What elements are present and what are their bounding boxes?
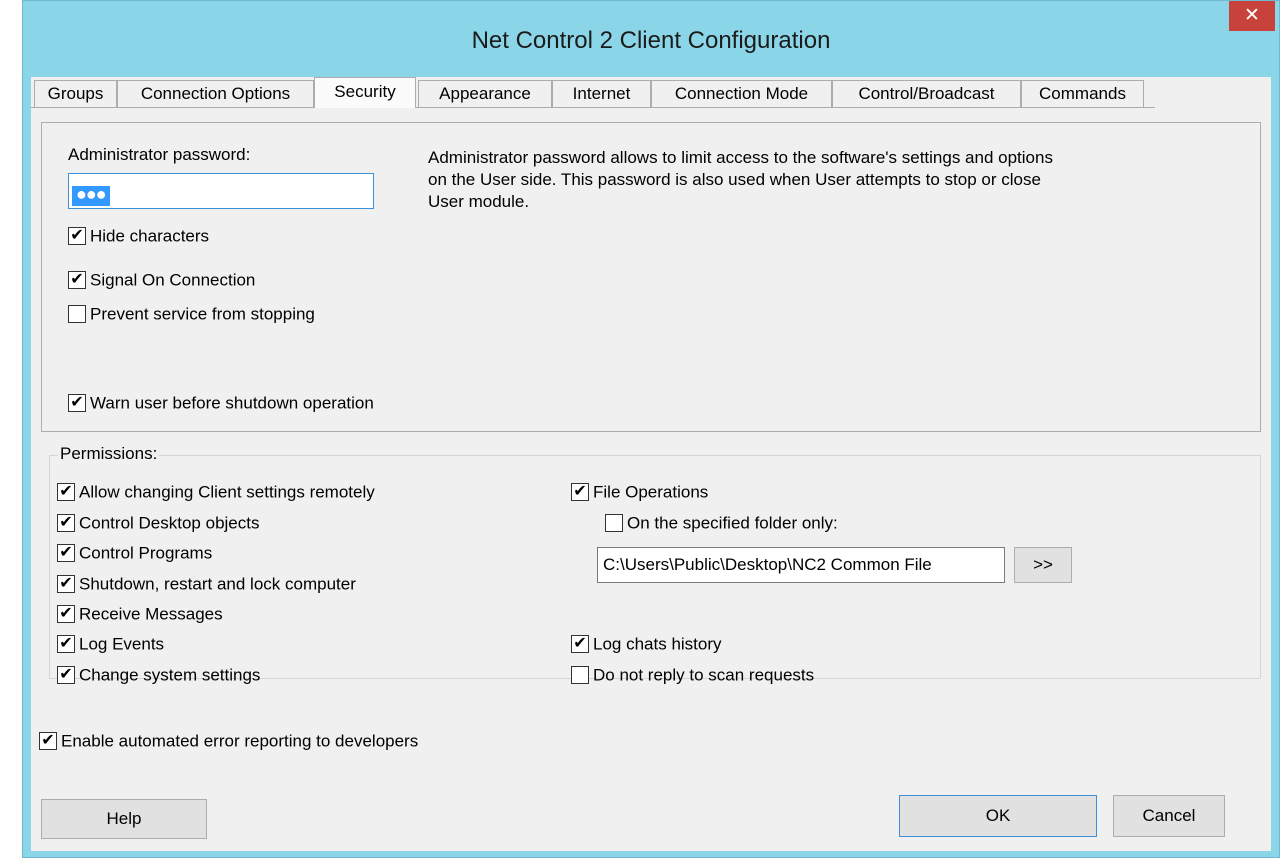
checkbox-icon: ✔ xyxy=(57,513,75,532)
allow-changing-settings-checkbox[interactable]: ✔ Allow changing Client settings remotely xyxy=(57,482,375,504)
window-title: Net Control 2 Client Configuration xyxy=(471,27,831,54)
tab-control-broadcast[interactable]: Control/Broadcast xyxy=(832,80,1021,108)
folder-path-input[interactable]: C:\Users\Public\Desktop\NC2 Common File xyxy=(597,547,1005,583)
close-button[interactable]: ✕ xyxy=(1229,1,1275,31)
checkbox-icon: ✔ xyxy=(57,665,75,684)
checkbox-icon: ✔ xyxy=(68,226,86,245)
warn-shutdown-checkbox[interactable]: ✔ Warn user before shutdown operation xyxy=(68,393,374,415)
checkbox-icon xyxy=(571,665,589,684)
checkbox-icon: ✔ xyxy=(571,634,589,653)
dialog-client-area: Groups Connection Options Security Appea… xyxy=(31,77,1271,851)
specified-folder-only-checkbox[interactable]: On the specified folder only: xyxy=(605,513,838,535)
file-operations-checkbox[interactable]: ✔ File Operations xyxy=(571,482,708,504)
browse-folder-button[interactable]: >> xyxy=(1014,547,1072,583)
checkbox-icon: ✔ xyxy=(57,634,75,653)
security-panel: Administrator password: ●●● Administrato… xyxy=(41,122,1261,432)
control-desktop-objects-checkbox[interactable]: ✔ Control Desktop objects xyxy=(57,513,259,535)
config-window: Net Control 2 Client Configuration ✕ Gro… xyxy=(22,0,1280,858)
password-description: Administrator password allows to limit a… xyxy=(428,148,1053,211)
checkbox-icon: ✔ xyxy=(68,270,86,289)
hide-characters-checkbox[interactable]: ✔ Hide characters xyxy=(68,226,209,248)
checkbox-icon xyxy=(68,304,86,323)
tab-security[interactable]: Security xyxy=(314,77,416,108)
checkbox-icon: ✔ xyxy=(57,574,75,593)
title-bar[interactable]: Net Control 2 Client Configuration ✕ xyxy=(23,1,1279,77)
receive-messages-checkbox[interactable]: ✔ Receive Messages xyxy=(57,604,223,626)
checkbox-icon: ✔ xyxy=(39,731,57,750)
checkbox-icon xyxy=(605,513,623,532)
change-system-settings-checkbox[interactable]: ✔ Change system settings xyxy=(57,665,260,687)
tab-bar-divider xyxy=(31,107,1155,108)
tab-commands[interactable]: Commands xyxy=(1021,80,1144,108)
password-selection: ●●● xyxy=(72,185,110,206)
signal-on-connection-checkbox[interactable]: ✔ Signal On Connection xyxy=(68,270,255,292)
shutdown-restart-lock-checkbox[interactable]: ✔ Shutdown, restart and lock computer xyxy=(57,574,356,596)
tab-connection-options[interactable]: Connection Options xyxy=(117,80,314,108)
admin-password-label: Administrator password: xyxy=(68,145,251,164)
error-reporting-checkbox[interactable]: ✔ Enable automated error reporting to dev… xyxy=(39,731,418,753)
ok-button[interactable]: OK xyxy=(899,795,1097,837)
tab-groups[interactable]: Groups xyxy=(34,80,117,108)
checkbox-icon: ✔ xyxy=(57,604,75,623)
checkbox-icon: ✔ xyxy=(57,543,75,562)
tab-internet[interactable]: Internet xyxy=(552,80,651,108)
log-events-checkbox[interactable]: ✔ Log Events xyxy=(57,634,164,656)
checkbox-icon: ✔ xyxy=(57,482,75,501)
cancel-button[interactable]: Cancel xyxy=(1113,795,1225,837)
admin-password-input[interactable]: ●●● xyxy=(68,173,374,209)
checkbox-icon: ✔ xyxy=(68,393,86,412)
tab-appearance[interactable]: Appearance xyxy=(418,80,552,108)
control-programs-checkbox[interactable]: ✔ Control Programs xyxy=(57,543,212,565)
tab-bar: Groups Connection Options Security Appea… xyxy=(31,77,1271,108)
checkbox-icon: ✔ xyxy=(571,482,589,501)
no-reply-scan-checkbox[interactable]: Do not reply to scan requests xyxy=(571,665,814,687)
tab-connection-mode[interactable]: Connection Mode xyxy=(651,80,832,108)
help-button[interactable]: Help xyxy=(41,799,207,839)
permissions-title: Permissions: xyxy=(58,444,160,464)
prevent-service-stopping-checkbox[interactable]: Prevent service from stopping xyxy=(68,304,315,326)
log-chats-history-checkbox[interactable]: ✔ Log chats history xyxy=(571,634,722,656)
close-icon: ✕ xyxy=(1244,5,1260,26)
